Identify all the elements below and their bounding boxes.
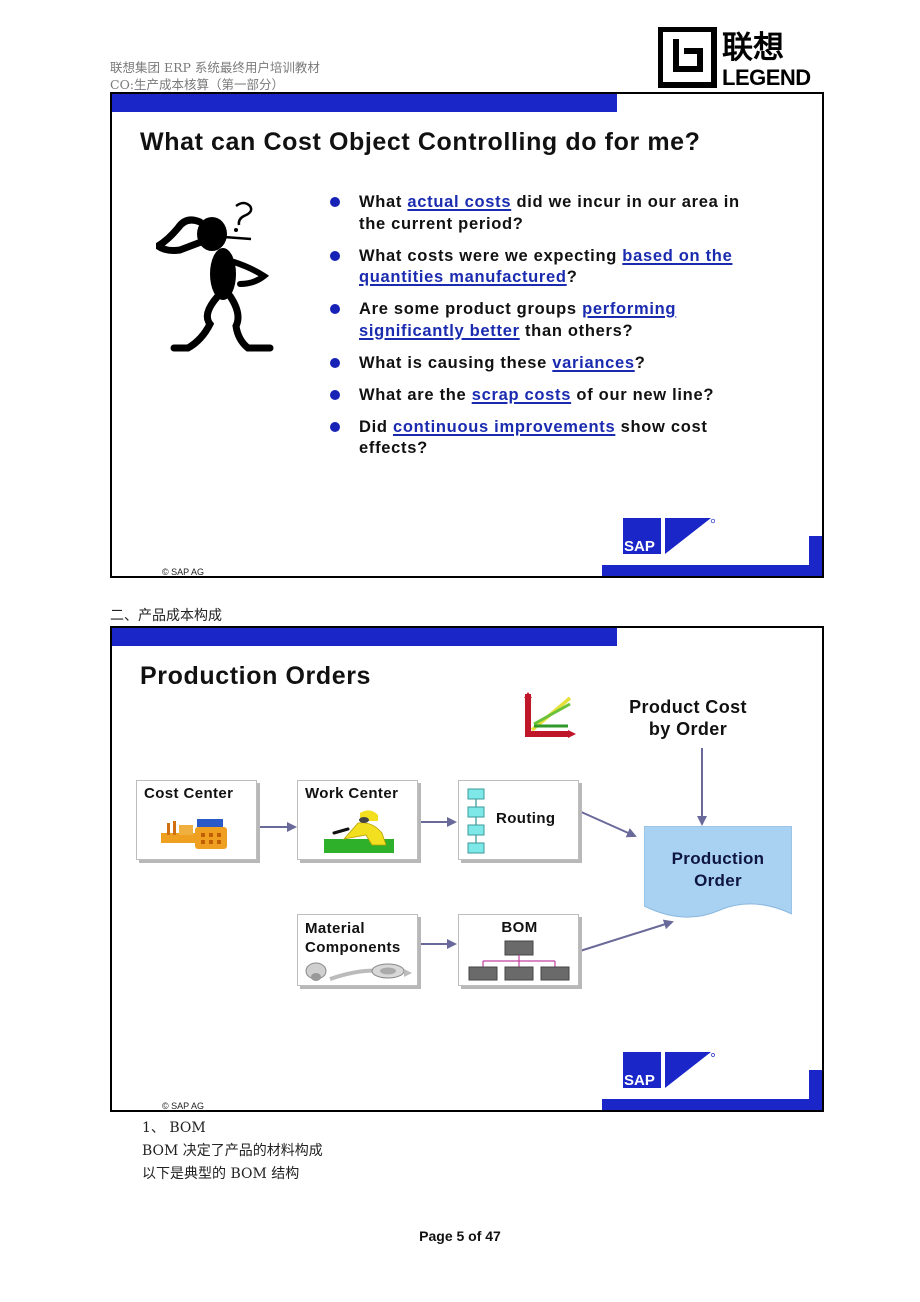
- legend-logo: 联想 LEGEND: [658, 27, 811, 89]
- bom-box[interactable]: BOM: [458, 914, 579, 986]
- material-components-box[interactable]: Material Components: [297, 914, 418, 986]
- worker-icon: [324, 810, 394, 853]
- bullet-icon: [330, 250, 340, 261]
- material-parts-icon: [305, 962, 412, 981]
- legend-logo-en: LEGEND: [722, 65, 811, 89]
- highlight-link[interactable]: continuous improvements: [393, 418, 615, 436]
- routing-box[interactable]: Routing: [458, 780, 579, 860]
- bullet-icon: [330, 389, 340, 400]
- question-item: What costs were we expecting based on th…: [330, 246, 770, 289]
- factory-cash-register-icon: [161, 819, 227, 849]
- bullet-icon: [330, 421, 340, 432]
- question-item: Are some product groups performing signi…: [330, 299, 770, 342]
- bullet-icon: [330, 304, 340, 314]
- body-paragraph: BOM 决定了产品的材料构成: [142, 1143, 323, 1159]
- cost-chart-icon: [524, 692, 576, 738]
- legend-logo-cn: 联想: [722, 30, 784, 66]
- sap-logo: SAP: [623, 518, 715, 554]
- highlight-link[interactable]: variances: [552, 354, 634, 372]
- slide-corner-bar: [602, 565, 822, 576]
- slide-top-bar: [112, 94, 617, 112]
- highlight-link[interactable]: scrap costs: [472, 386, 571, 404]
- thinking-person-icon: [156, 201, 274, 352]
- question-item: What actual costs did we incur in our ar…: [330, 192, 770, 235]
- work-center-box[interactable]: Work Center: [297, 780, 418, 860]
- slide-title: What can Cost Object Controlling do for …: [140, 128, 701, 156]
- body-paragraph: 以下是典型的 BOM 结构: [142, 1166, 300, 1182]
- slide-cost-object-controlling: What can Cost Object Controlling do for …: [110, 92, 824, 578]
- sap-logo: SAP: [623, 1052, 715, 1088]
- bom-tree-icon: [468, 940, 570, 981]
- copyright-text: © SAP AG: [162, 567, 204, 577]
- page-number: Page 5 of 47: [419, 1228, 501, 1244]
- slide-corner-bar: [809, 1070, 822, 1110]
- question-item: What are the scrap costs of our new line…: [330, 385, 770, 407]
- cost-center-box[interactable]: Cost Center: [136, 780, 257, 860]
- copyright-text: © SAP AG: [162, 1101, 204, 1111]
- question-item: What is causing these variances?: [330, 353, 770, 375]
- question-item: Did continuous improvements show cost ef…: [330, 417, 770, 460]
- bullet-icon: [330, 357, 340, 368]
- slide-production-orders: Production Orders Product Cost by Order …: [110, 626, 824, 1112]
- document-header-subtitle: CO:生产成本核算（第一部分）: [110, 77, 285, 92]
- legend-mark-icon: [658, 27, 717, 88]
- product-cost-by-order-label: Product Cost by Order: [629, 697, 747, 739]
- question-list: What actual costs did we incur in our ar…: [330, 192, 770, 470]
- highlight-link[interactable]: actual costs: [407, 193, 511, 211]
- slide-top-bar: [112, 628, 617, 646]
- section-heading: 二、产品成本构成: [110, 608, 222, 624]
- bom-section-number: 1、 BOM: [142, 1120, 206, 1136]
- arrow-routing-to-order: [578, 810, 637, 838]
- slide-corner-bar: [809, 536, 822, 576]
- slide-corner-bar: [602, 1099, 822, 1110]
- arrow-bom-to-order: [579, 919, 674, 952]
- svg-text:SAP: SAP: [624, 538, 655, 554]
- routing-steps-icon: [467, 788, 485, 854]
- bullet-icon: [330, 197, 340, 207]
- production-order-label: Production Order: [671, 849, 765, 890]
- slide-title: Production Orders: [140, 662, 372, 690]
- svg-text:SAP: SAP: [624, 1072, 655, 1088]
